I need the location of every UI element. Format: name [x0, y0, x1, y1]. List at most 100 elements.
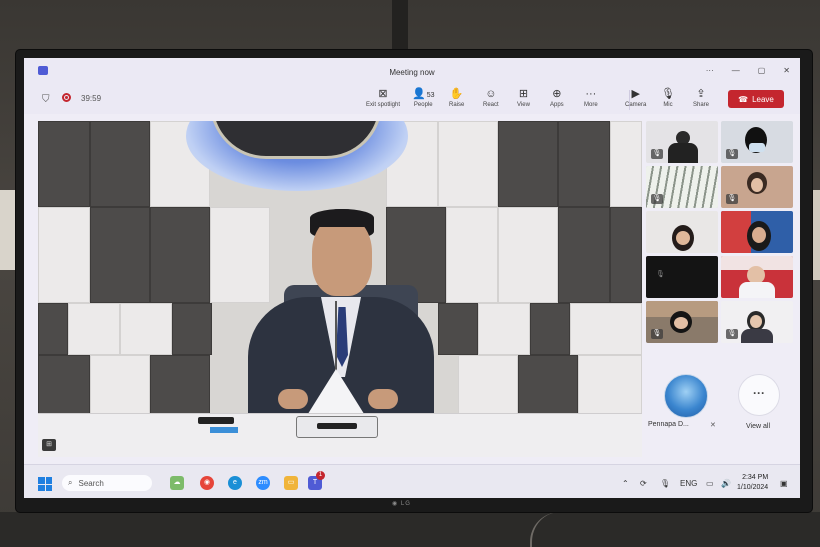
more-icon: ···: [585, 88, 597, 100]
cable: [530, 512, 592, 547]
pinned-participant[interactable]: Pennapa D... ✕: [644, 370, 724, 440]
participant-tile[interactable]: [646, 211, 718, 253]
meeting-toolbar: ⛉ 39:59 ⊠ Exit spotlight 👤53 People ✋ Ra…: [24, 84, 800, 114]
speaker-face: [312, 216, 372, 296]
wall-panel: [558, 207, 610, 303]
clock-time: 2:34 PM: [742, 474, 769, 481]
participant-tile[interactable]: [721, 211, 793, 253]
view-button[interactable]: ⊞ View: [517, 88, 530, 109]
participant-tile[interactable]: 🎙: [646, 301, 718, 343]
view-all-label: View all: [746, 423, 770, 430]
raise-hand-button[interactable]: ✋ Raise: [449, 88, 464, 109]
react-button[interactable]: ☺ React: [483, 88, 499, 109]
share-label: Share: [693, 102, 710, 108]
muted-mic-icon: 🎙: [726, 194, 738, 204]
start-button[interactable]: [38, 477, 52, 491]
wall-panel: [150, 355, 210, 415]
avatar: [664, 374, 708, 418]
network-icon[interactable]: ▭: [706, 479, 714, 488]
people-button[interactable]: 👤53 People: [412, 88, 435, 109]
participant-mask: [749, 143, 765, 152]
window-controls: ··· — ▢ ✕: [706, 66, 790, 75]
speaker-right-hand: [368, 389, 398, 409]
wall-panel: [150, 207, 210, 303]
muted-mic-icon: 🎙: [726, 149, 738, 159]
share-button[interactable]: ⇪ Share: [693, 88, 709, 109]
title-bar: Meeting now ··· — ▢ ✕: [24, 58, 800, 84]
muted-mic-icon: ✕: [710, 422, 716, 429]
apps-button[interactable]: ⊕ Apps: [550, 88, 564, 109]
apps-label: Apps: [550, 102, 564, 108]
view-icon: ⊞: [518, 88, 529, 100]
raise-hand-icon: ✋: [449, 88, 464, 100]
chrome-icon[interactable]: ◉: [200, 476, 214, 490]
wall-left: [0, 190, 16, 270]
mic-button[interactable]: 🎙 Mic: [661, 88, 675, 109]
search-icon: ⌕: [68, 478, 73, 487]
maximize-icon[interactable]: ▢: [758, 66, 766, 75]
participant-body: [739, 282, 775, 298]
window-title: Meeting now: [389, 68, 435, 77]
layout-icon[interactable]: ⊞: [42, 439, 56, 451]
participant-tile[interactable]: 🎙: [646, 166, 718, 208]
wall-panel: [530, 303, 570, 355]
wall-panel: [120, 303, 172, 355]
file-explorer-icon[interactable]: ▭: [284, 476, 298, 490]
muted-mic-icon: 🎙: [656, 271, 665, 278]
apps-icon: ⊕: [552, 88, 562, 100]
wall-panel: [498, 207, 558, 303]
participant-body: [741, 329, 773, 343]
wall-panel: [90, 121, 150, 207]
wall-panel: [90, 355, 150, 415]
view-all-button[interactable]: ··· View all: [728, 370, 788, 440]
chevron-up-icon[interactable]: ⌃: [622, 479, 629, 488]
raise-label: Raise: [449, 102, 465, 108]
participant-tile[interactable]: [721, 256, 793, 298]
camera-button[interactable]: ▶ Camera: [625, 88, 646, 109]
search-placeholder: Search: [78, 478, 104, 488]
more-button[interactable]: ··· More: [584, 88, 598, 109]
speaker-hairline: [310, 209, 374, 227]
language-indicator[interactable]: ENG: [680, 479, 697, 488]
minimize-icon[interactable]: —: [732, 66, 740, 75]
close-icon[interactable]: ✕: [783, 66, 790, 75]
notification-badge: 1: [316, 471, 325, 480]
speaker-icon[interactable]: 🔊: [721, 479, 731, 488]
more-icon: ···: [738, 374, 780, 416]
wall-panel: [610, 207, 642, 303]
participant-name: Pennapa D...: [648, 421, 689, 428]
wall-panel: [498, 121, 558, 207]
edge-icon[interactable]: e: [228, 476, 242, 490]
participant-tile[interactable]: 🎙: [646, 121, 718, 163]
muted-mic-icon: 🎙: [651, 194, 663, 204]
widget-icon[interactable]: ☁: [170, 476, 184, 490]
participant-tile[interactable]: 🎙: [721, 301, 793, 343]
wall-panel: [38, 355, 90, 415]
mic-tray-icon[interactable]: 🎙: [660, 479, 670, 488]
wall-panel: [610, 121, 642, 207]
taskbar-clock[interactable]: 2:34 PM 1/10/2024: [737, 473, 768, 493]
zoom-icon[interactable]: zm: [256, 476, 270, 490]
teams-screen: Meeting now ··· — ▢ ✕ ⛉ 39:59 ⊠ Exit spo…: [24, 58, 800, 498]
wall-panel: [458, 355, 518, 415]
notification-icon[interactable]: ▣: [780, 479, 788, 488]
participant-tile[interactable]: 🎙: [646, 256, 718, 298]
wall-panel: [558, 121, 610, 207]
view-label: View: [517, 102, 530, 108]
participant-tile[interactable]: 🎙: [721, 166, 793, 208]
meeting-timer: 39:59: [81, 94, 102, 103]
taskbar-search[interactable]: ⌕ Search: [62, 475, 152, 491]
leave-button[interactable]: ☎ Leave: [728, 90, 784, 108]
exit-spotlight-button[interactable]: ⊠ Exit spotlight: [366, 88, 400, 109]
leave-label: Leave: [752, 94, 774, 104]
people-count: 53: [426, 92, 435, 99]
exit-spotlight-icon: ⊠: [378, 88, 388, 100]
clock-date: 1/10/2024: [737, 484, 769, 491]
wall-panel: [578, 355, 642, 415]
sync-icon[interactable]: ⟳: [640, 479, 647, 488]
more-options-icon[interactable]: ···: [706, 66, 714, 75]
participant-body: [668, 143, 698, 163]
participant-tile[interactable]: 🎙: [721, 121, 793, 163]
wall-panel: [518, 355, 578, 415]
spotlight-video[interactable]: ⊞: [38, 121, 642, 457]
